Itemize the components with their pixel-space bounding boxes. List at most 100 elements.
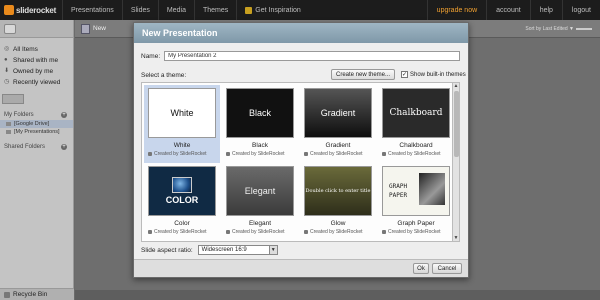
- name-input[interactable]: [164, 51, 461, 61]
- sort-dropdown[interactable]: Sort by Last Edited ▼: [525, 26, 574, 32]
- new-button-label: New: [93, 25, 107, 32]
- create-new-theme-button[interactable]: Create new theme...: [331, 69, 395, 80]
- scroll-down-arrow-icon[interactable]: ▼: [453, 235, 459, 241]
- select-theme-label: Select a theme:: [141, 72, 187, 79]
- logout-link[interactable]: logout: [561, 0, 600, 20]
- recycle-bin-label: Recycle Bin: [13, 291, 48, 298]
- sidebar-view-toggle[interactable]: [4, 23, 16, 34]
- aspect-ratio-select[interactable]: Widescreen 16:9 ▼: [197, 245, 278, 255]
- theme-credit: Created by SlideRocket: [304, 151, 363, 157]
- sidebar-toolbar: [0, 20, 73, 38]
- sidebar-list: ◎ All Items ● Shared with me ⬇ Owned by …: [0, 38, 73, 90]
- scroll-up-arrow-icon[interactable]: ▲: [453, 83, 459, 89]
- theme-tile-gradient[interactable]: Gradient Gradient Created by SlideRocket: [300, 85, 376, 163]
- new-document-icon: [81, 23, 90, 34]
- show-builtin-themes[interactable]: ✓ Show built-in themes: [401, 71, 466, 78]
- aspect-ratio-row: Slide aspect ratio: Widescreen 16:9 ▼: [141, 245, 278, 255]
- folder-google-drive[interactable]: [Google Drive]: [0, 120, 73, 128]
- theme-thumbnail: GRAPH PAPER: [382, 166, 450, 216]
- cancel-button[interactable]: Cancel: [432, 263, 462, 274]
- theme-credit: Created by SlideRocket: [382, 151, 441, 157]
- lock-icon: [304, 230, 308, 234]
- new-presentation-dialog: New Presentation Name: Select a theme: C…: [133, 22, 469, 278]
- trash-icon: [4, 291, 10, 298]
- theme-grid: White White Created by SlideRocket Black…: [141, 82, 459, 242]
- my-folders-heading: My Folders +: [0, 110, 73, 120]
- add-shared-folder-icon[interactable]: +: [61, 144, 67, 150]
- show-builtin-checkbox[interactable]: ✓: [401, 71, 408, 78]
- thumbnail-text: Elegant: [244, 186, 276, 196]
- ok-button[interactable]: Ok: [413, 263, 429, 274]
- theme-credit-text: Created by SlideRocket: [232, 229, 285, 235]
- nav-slides[interactable]: Slides: [121, 0, 158, 20]
- theme-tile-black[interactable]: Black Black Created by SlideRocket: [222, 85, 298, 163]
- theme-credit: Created by SlideRocket: [148, 229, 207, 235]
- main-status-bar: [75, 290, 600, 300]
- nav-presentations[interactable]: Presentations: [62, 0, 122, 20]
- sidebar-item-recent[interactable]: ◷ Recently viewed: [4, 77, 69, 88]
- recycle-bin[interactable]: Recycle Bin: [0, 288, 74, 300]
- staircase-photo: [419, 173, 445, 205]
- theme-credit: Created by SlideRocket: [226, 151, 285, 157]
- theme-thumbnail: Elegant: [226, 166, 294, 216]
- lock-icon: [148, 152, 152, 156]
- sidebar-item-all-items[interactable]: ◎ All Items: [4, 44, 69, 55]
- nav-get-inspiration-label: Get Inspiration: [255, 6, 301, 14]
- theme-thumbnail: Gradient: [304, 88, 372, 138]
- aspect-ratio-value: Widescreen 16:9: [201, 247, 247, 253]
- theme-thumbnail: Double click to enter title: [304, 166, 372, 216]
- recent-icon: ◷: [4, 79, 10, 85]
- sidebar-item-owned[interactable]: ⬇ Owned by me: [4, 66, 69, 77]
- account-nav: upgrade now account help logout: [426, 0, 600, 20]
- sidebar-item-label: Recently viewed: [13, 79, 61, 86]
- upgrade-link[interactable]: upgrade now: [426, 0, 486, 20]
- logo-icon: [4, 5, 14, 15]
- thumbnail-text: White: [170, 108, 194, 118]
- nav-themes[interactable]: Themes: [193, 0, 236, 20]
- lock-icon: [304, 152, 308, 156]
- theme-tile-graph-paper[interactable]: GRAPH PAPER Graph Paper Created by Slide…: [378, 163, 454, 241]
- shared-folders-heading: Shared Folders +: [0, 142, 73, 152]
- lightbulb-icon: [245, 6, 253, 14]
- sidebar: ◎ All Items ● Shared with me ⬇ Owned by …: [0, 20, 74, 300]
- theme-thumbnail: COLOR: [148, 166, 216, 216]
- theme-tile-white[interactable]: White White Created by SlideRocket: [144, 85, 220, 163]
- lock-icon: [382, 152, 386, 156]
- folder-my-presentations[interactable]: [My Presentations]: [0, 128, 73, 136]
- name-row: Name:: [141, 51, 461, 61]
- theme-name: Elegant: [248, 220, 272, 227]
- help-link[interactable]: help: [529, 0, 562, 20]
- shared-folders-label: Shared Folders: [4, 144, 46, 150]
- logo-text: sliderocket: [16, 5, 57, 15]
- nav-get-inspiration[interactable]: Get Inspiration: [236, 0, 309, 20]
- dialog-footer: Ok Cancel: [134, 259, 468, 277]
- theme-name: Chalkboard: [399, 142, 433, 149]
- earth-photo: [172, 177, 192, 193]
- folder-icon: [6, 130, 11, 134]
- main-nav: Presentations Slides Media Themes Get In…: [62, 0, 309, 20]
- shared-icon: ●: [4, 57, 8, 63]
- theme-name: Gradient: [325, 142, 351, 149]
- theme-tile-elegant[interactable]: Elegant Elegant Created by SlideRocket: [222, 163, 298, 241]
- theme-tile-glow[interactable]: Double click to enter title Glow Created…: [300, 163, 376, 241]
- aspect-ratio-label: Slide aspect ratio:: [141, 246, 193, 254]
- logo[interactable]: sliderocket: [0, 0, 62, 20]
- zoom-slider[interactable]: [576, 28, 592, 30]
- theme-name: Graph Paper: [397, 220, 435, 227]
- folder-label: [My Presentations]: [14, 129, 60, 135]
- thumbnail-text: Gradient: [320, 108, 356, 118]
- theme-tile-color[interactable]: COLOR Color Created by SlideRocket: [144, 163, 220, 241]
- theme-thumbnail: White: [148, 88, 216, 138]
- add-folder-icon[interactable]: +: [61, 112, 67, 118]
- new-button[interactable]: New: [81, 23, 107, 34]
- account-link[interactable]: account: [486, 0, 530, 20]
- nav-media[interactable]: Media: [157, 0, 194, 20]
- scrollbar-thumb[interactable]: [454, 91, 459, 157]
- theme-credit: Created by SlideRocket: [382, 229, 441, 235]
- sidebar-filter[interactable]: [2, 94, 24, 104]
- theme-grid-scrollbar[interactable]: ▲ ▼: [452, 82, 460, 242]
- theme-name: Glow: [330, 220, 346, 227]
- sidebar-item-shared[interactable]: ● Shared with me: [4, 55, 69, 66]
- show-builtin-label: Show built-in themes: [410, 71, 466, 78]
- theme-tile-chalkboard[interactable]: Chalkboard Chalkboard Created by SlideRo…: [378, 85, 454, 163]
